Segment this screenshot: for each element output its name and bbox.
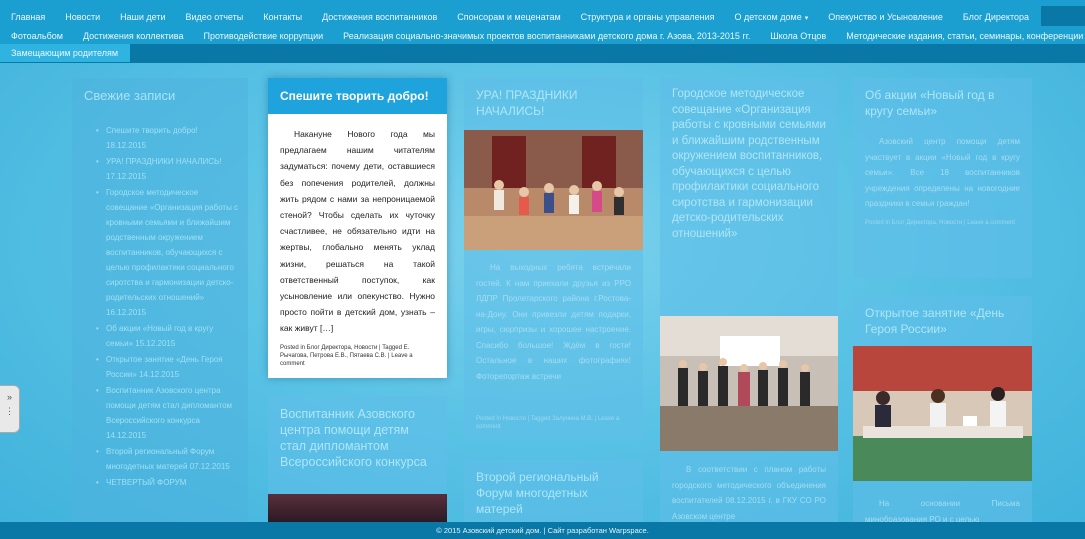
nav-link-label: Видео отчеты	[185, 11, 244, 22]
post-meta[interactable]: Posted in Новости | Tagged Залунина М.В.…	[464, 408, 643, 431]
nav-link[interactable]: Достижения коллектива	[72, 31, 183, 41]
post-photo	[268, 494, 447, 522]
children-playing-photo	[464, 130, 643, 250]
nav-link-label: Опекунство и Усыновление	[828, 11, 943, 22]
recent-posts-title: Свежие записи	[84, 88, 176, 103]
nav-row-2: Фотоальбом Достижения коллектива Противоде…	[0, 25, 1085, 46]
post-card-dobro: Спешите творить добро! Накануне Нового г…	[268, 78, 447, 378]
nav-link[interactable]: Достижения воспитанников	[311, 12, 437, 22]
recent-post-link[interactable]: УРА! ПРАЗДНИКИ НАЧАЛИСЬ!	[106, 157, 221, 166]
post-excerpt: На выходных ребята встречали гостей. К н…	[476, 263, 631, 381]
nav-link-label: Контакты	[263, 11, 303, 22]
nav-link[interactable]: Контакты	[252, 12, 302, 22]
nav-link[interactable]: О детском доме ▾	[724, 12, 809, 22]
post-photo	[660, 316, 838, 451]
recent-post-date: 07.12.2015	[189, 462, 230, 471]
post-excerpt: В соответствии с планом работы городског…	[672, 465, 826, 521]
nav-link-label: Новости	[65, 11, 101, 22]
post-excerpt: Азовский центр помощи детям участвует в …	[865, 137, 1020, 208]
post-card-akciya: Об акции «Новый год в кругу семьи» Азовс…	[853, 78, 1032, 278]
recent-post-link[interactable]: Воспитанник Азовского центра помощи детя…	[106, 386, 232, 425]
recent-post-date: 14.12.2015	[139, 370, 180, 379]
nav-link[interactable]: Структура и органы управления	[570, 12, 715, 22]
post-photo	[464, 130, 643, 250]
top-navigation: Главная Новости Наши дети Видео отчеты Конта…	[0, 0, 1085, 63]
recent-post-link[interactable]: ЧЕТВЕРТЫЙ ФОРУМ	[106, 478, 186, 487]
recent-post-item: Второй региональный Форум многодетных ма…	[96, 444, 240, 474]
nav-link-label: Школа Отцов	[770, 30, 827, 41]
nav-link[interactable]: Наши дети	[109, 12, 165, 22]
nav-link[interactable]: Видео отчеты	[174, 12, 243, 22]
recent-post-item: Городское методическое совещание «Органи…	[96, 185, 240, 320]
post-title[interactable]: Об акции «Новый год в кругу семьи»	[853, 78, 1032, 126]
nav-link[interactable]: Реализация социально-значимых проектов в…	[332, 31, 750, 41]
post-title[interactable]: Открытое занятие «День Героя России»	[853, 296, 1032, 344]
nav-link-label: О детском доме	[734, 11, 802, 22]
nav-link[interactable]: Главная	[0, 12, 45, 22]
recent-post-link[interactable]: Городское методическое совещание «Органи…	[106, 188, 238, 302]
recent-post-item: Об акции «Новый год в кругу семьи» 15.12…	[96, 321, 240, 351]
nav-link[interactable]: Спонсорам и меценатам	[446, 12, 560, 22]
post-title[interactable]: Спешите творить добро!	[268, 78, 447, 114]
recent-post-item: ЧЕТВЕРТЫЙ ФОРУМ	[96, 475, 240, 490]
post-title[interactable]: Воспитанник Азовского центра помощи детя…	[268, 396, 447, 477]
nav-link-label: Противодействие коррупции	[203, 30, 324, 41]
post-excerpt: Накануне Нового года мы предлагаем нашим…	[280, 129, 435, 334]
recent-post-date: 18.12.2015	[106, 141, 147, 150]
recent-post-item: УРА! ПРАЗДНИКИ НАЧАЛИСЬ! 17.12.2015	[96, 154, 240, 184]
nav-row-3: Замещающим родителям	[0, 43, 139, 63]
post-card-soveschanie: Городское методическое совещание «Органи…	[660, 78, 838, 522]
recent-post-link[interactable]: Спешите творить добро!	[106, 126, 198, 135]
recent-post-item: Открытое занятие «День Героя России» 14.…	[96, 352, 240, 382]
nav-link[interactable]: Методические издания, статьи, семинары, …	[835, 31, 1083, 41]
nav-link-label: Фотоальбом	[11, 30, 63, 41]
nav-link-label: Замещающим родителям	[11, 48, 119, 58]
recent-posts-widget: Свежие записи Спешите творить добро! 18.…	[72, 78, 248, 522]
nav-link-label: Наши дети	[120, 11, 166, 22]
recent-post-date: 17.12.2015	[106, 172, 147, 181]
meeting-photo	[660, 316, 838, 451]
post-title[interactable]: УРА! ПРАЗДНИКИ НАЧАЛИСЬ!	[464, 78, 643, 126]
nav-link-label: Блог Директора	[962, 11, 1029, 22]
nav-row-3-strip	[0, 44, 1085, 63]
nav-link[interactable]: Противодействие коррупции	[192, 31, 323, 41]
post-card-forum: Второй региональный Форум многодетных ма…	[464, 460, 643, 522]
post-photo	[853, 346, 1032, 481]
nav-link[interactable]: Фотоальбом	[0, 31, 63, 41]
nav-row-1: Главная Новости Наши дети Видео отчеты Конта…	[0, 6, 1038, 27]
nav-link-label: Достижения воспитанников	[322, 11, 438, 22]
recent-post-date: 16.12.2015	[106, 308, 147, 317]
double-chevron-icon: »	[6, 392, 12, 402]
nav-link[interactable]: Школа Отцов	[759, 31, 826, 41]
nav-link[interactable]: Блог Директора	[952, 12, 1029, 22]
site-footer: © 2015 Азовский детский дом. | Сайт разр…	[0, 522, 1085, 539]
post-meta[interactable]: Posted in Блог Директора, Новости | Leav…	[853, 212, 1032, 227]
nav-link-label: Реализация социально-значимых проектов в…	[343, 30, 751, 41]
nav-link-label: Структура и органы управления	[580, 11, 715, 22]
nav-link-label: Методические издания, статьи, семинары, …	[846, 30, 1084, 41]
post-title[interactable]: Городское методическое совещание «Органи…	[660, 78, 838, 249]
nav-link-label: Спонсорам и меценатам	[457, 11, 561, 22]
post-excerpt: На основании Письма минобразования РО и …	[865, 499, 1020, 522]
nav-link-label: Главная	[11, 11, 46, 22]
recent-post-item: Спешите творить добро! 18.12.2015	[96, 123, 240, 153]
grip-icon: ⋮	[5, 406, 14, 416]
nav-link[interactable]: Новости	[54, 12, 100, 22]
post-card-vospitannik: Воспитанник Азовского центра помощи детя…	[268, 396, 447, 522]
recent-posts-list: Спешите творить добро! 18.12.2015УРА! ПР…	[72, 123, 248, 490]
post-meta[interactable]: Posted in Блог Директора, Новости | Tagg…	[268, 337, 447, 368]
recent-post-date: 15.12.2015	[135, 339, 176, 348]
classroom-photo	[853, 346, 1032, 481]
post-card-den-geroya: Открытое занятие «День Героя России» На …	[853, 296, 1032, 522]
nav-active-block	[1041, 6, 1085, 26]
post-title[interactable]: Второй региональный Форум многодетных ма…	[464, 460, 643, 522]
recent-post-item: Воспитанник Азовского центра помощи детя…	[96, 383, 240, 443]
side-toggle-tab[interactable]: » ⋮	[0, 385, 20, 433]
recent-post-date: 14.12.2015	[106, 431, 147, 440]
nav-link[interactable]: Замещающим родителям	[0, 44, 131, 62]
post-card-prazdniki: УРА! ПРАЗДНИКИ НАЧАЛИСЬ! На выходных реб…	[464, 78, 643, 440]
chevron-down-icon: ▾	[804, 14, 809, 22]
nav-link[interactable]: Опекунство и Усыновление	[817, 12, 943, 22]
nav-link-label: Достижения коллектива	[82, 30, 184, 41]
